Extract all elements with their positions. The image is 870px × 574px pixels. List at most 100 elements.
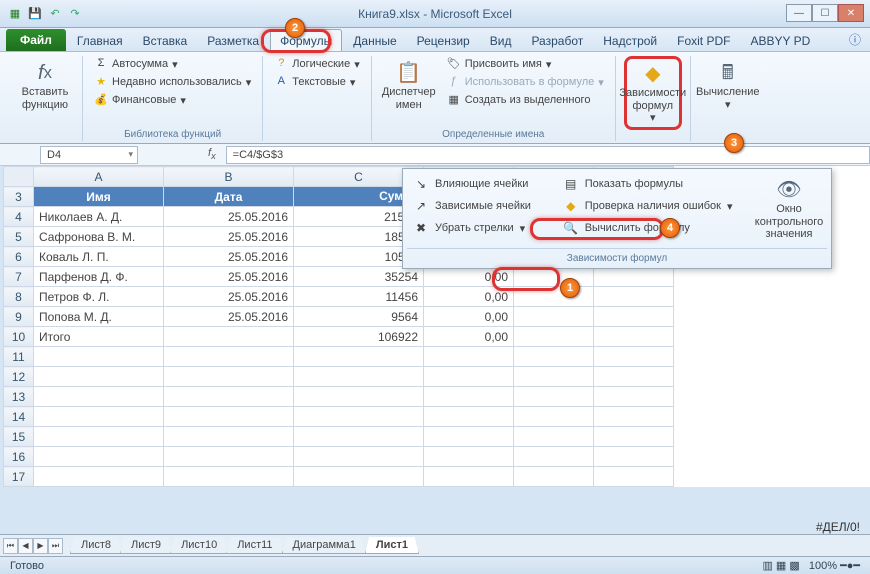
cell[interactable]	[294, 387, 424, 407]
watch-window-button[interactable]: 👁 Окно контрольного значения	[751, 173, 827, 245]
cell[interactable]: Николаев А. Д.	[34, 207, 164, 227]
cell[interactable]	[294, 367, 424, 387]
cell[interactable]	[164, 467, 294, 487]
cell[interactable]: 35254	[294, 267, 424, 287]
zoom-area[interactable]: ▥ ▦ ▩ 100% ━●━	[762, 559, 860, 572]
cell[interactable]	[294, 407, 424, 427]
cell[interactable]	[294, 447, 424, 467]
cell[interactable]	[424, 387, 514, 407]
cell[interactable]: 25.05.2016	[164, 287, 294, 307]
cell[interactable]	[34, 387, 164, 407]
cell[interactable]	[164, 447, 294, 467]
sheet-tab[interactable]: Лист8	[70, 537, 122, 554]
cell[interactable]: Попова М. Д.	[34, 307, 164, 327]
cell[interactable]: 25.05.2016	[164, 307, 294, 327]
remove-arrows-button[interactable]: ✖Убрать стрелки▾	[407, 217, 551, 239]
cell[interactable]	[594, 267, 674, 287]
tab-formulas[interactable]: Формулы	[270, 29, 342, 51]
cell[interactable]	[514, 387, 594, 407]
cell[interactable]	[594, 287, 674, 307]
tab-insert[interactable]: Вставка	[134, 30, 197, 51]
cell[interactable]: Дата	[164, 187, 294, 207]
logical-button[interactable]: ?Логические▾	[271, 56, 362, 72]
row-header[interactable]: 10	[4, 327, 34, 347]
cell[interactable]	[424, 467, 514, 487]
row-header[interactable]: 13	[4, 387, 34, 407]
cell[interactable]: Итого	[34, 327, 164, 347]
tab-file[interactable]: Файл	[6, 29, 66, 51]
cell[interactable]	[34, 407, 164, 427]
cell[interactable]: 25.05.2016	[164, 227, 294, 247]
sheet-tab[interactable]: Лист11	[226, 537, 283, 554]
sheet-tab[interactable]: Диаграмма1	[282, 537, 367, 554]
cell[interactable]: 0,00	[424, 287, 514, 307]
cell[interactable]	[424, 367, 514, 387]
cell[interactable]	[424, 407, 514, 427]
name-manager-button[interactable]: 📋 Диспетчер имен	[380, 56, 438, 115]
tab-layout[interactable]: Разметка	[198, 30, 268, 51]
cell[interactable]	[424, 427, 514, 447]
ribbon-help-icon[interactable]: ⓘ	[840, 27, 870, 51]
cell[interactable]: Петров Ф. Л.	[34, 287, 164, 307]
tab-view[interactable]: Вид	[481, 30, 521, 51]
cell[interactable]: 11456	[294, 287, 424, 307]
recent-button[interactable]: ★Недавно использовались▾	[91, 74, 254, 90]
row-header[interactable]: 17	[4, 467, 34, 487]
cell[interactable]	[164, 407, 294, 427]
row-header[interactable]: 12	[4, 367, 34, 387]
cell[interactable]	[594, 327, 674, 347]
cell[interactable]: 9564	[294, 307, 424, 327]
cell[interactable]	[514, 267, 594, 287]
cell[interactable]	[34, 367, 164, 387]
cell[interactable]	[514, 467, 594, 487]
cell[interactable]	[424, 347, 514, 367]
cell[interactable]	[34, 467, 164, 487]
cell[interactable]	[424, 447, 514, 467]
cell[interactable]	[514, 427, 594, 447]
trace-precedents-button[interactable]: ↘Влияющие ячейки	[407, 173, 551, 195]
row-header[interactable]: 11	[4, 347, 34, 367]
row-header[interactable]: 16	[4, 447, 34, 467]
tab-review[interactable]: Рецензир	[408, 30, 479, 51]
row-header[interactable]: 6	[4, 247, 34, 267]
minimize-button[interactable]: —	[786, 4, 812, 22]
insert-function-button[interactable]: fx Вставить функцию	[16, 56, 74, 115]
use-in-formula-button[interactable]: ƒИспользовать в формуле▾	[444, 74, 607, 90]
cell[interactable]	[514, 307, 594, 327]
cell[interactable]	[294, 427, 424, 447]
error-checking-button[interactable]: ◆Проверка наличия ошибок▾	[557, 195, 745, 217]
name-box[interactable]: D4	[40, 146, 138, 164]
maximize-button[interactable]: ☐	[812, 4, 838, 22]
cell[interactable]	[164, 427, 294, 447]
cell[interactable]	[514, 287, 594, 307]
cell[interactable]: Парфенов Д. Ф.	[34, 267, 164, 287]
cell[interactable]: Имя	[34, 187, 164, 207]
calculation-button[interactable]: 🖩 Вычисление▾	[699, 56, 757, 115]
col-header[interactable]: A	[34, 167, 164, 187]
cell[interactable]	[164, 347, 294, 367]
row-header[interactable]: 14	[4, 407, 34, 427]
row-header[interactable]: 4	[4, 207, 34, 227]
cell[interactable]	[164, 387, 294, 407]
cell[interactable]: 0,00	[424, 327, 514, 347]
trace-dependents-button[interactable]: ↗Зависимые ячейки	[407, 195, 551, 217]
tab-home[interactable]: Главная	[68, 30, 132, 51]
select-all[interactable]	[4, 167, 34, 187]
cell[interactable]: 106922	[294, 327, 424, 347]
close-button[interactable]: ✕	[838, 4, 864, 22]
evaluate-formula-button[interactable]: 🔍Вычислить формулу	[557, 217, 745, 239]
cell[interactable]: 0,00	[424, 307, 514, 327]
cell[interactable]	[594, 347, 674, 367]
row-header[interactable]: 15	[4, 427, 34, 447]
cell[interactable]	[514, 327, 594, 347]
cell[interactable]	[294, 467, 424, 487]
cell[interactable]	[514, 347, 594, 367]
formula-auditing-button[interactable]: ◆ Зависимости формул▾	[624, 56, 682, 130]
cell[interactable]	[514, 407, 594, 427]
financial-button[interactable]: 💰Финансовые▾	[91, 92, 254, 108]
cell[interactable]	[164, 367, 294, 387]
cell[interactable]	[514, 447, 594, 467]
cell[interactable]	[34, 427, 164, 447]
cell[interactable]	[594, 367, 674, 387]
cell[interactable]	[594, 387, 674, 407]
